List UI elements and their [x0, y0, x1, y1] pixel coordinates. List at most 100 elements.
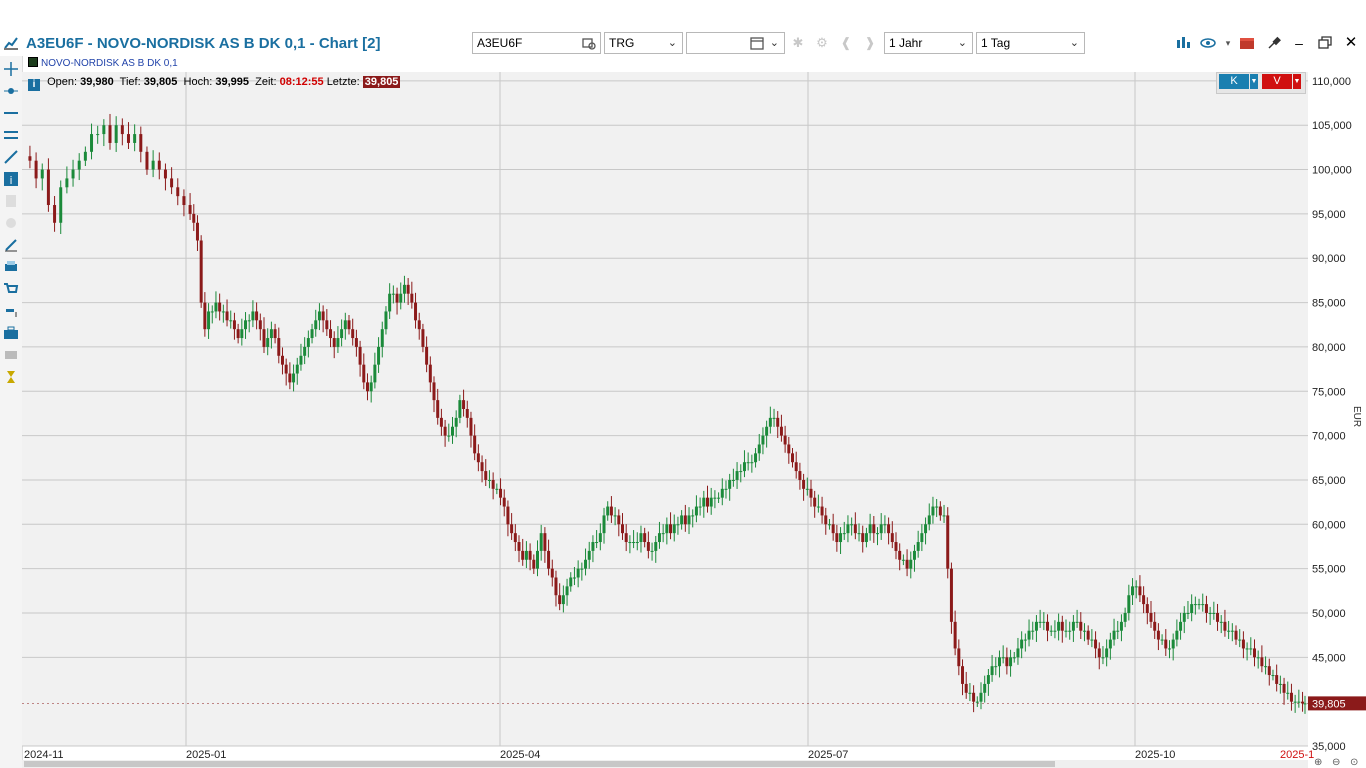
candle-body: [876, 533, 880, 535]
point-tool-icon[interactable]: [2, 82, 20, 100]
candle-body: [77, 160, 81, 170]
candle-body: [65, 178, 69, 188]
toolbox-icon[interactable]: [1239, 35, 1255, 51]
candle-body: [303, 346, 307, 356]
back-icon[interactable]: ❰: [838, 35, 854, 51]
trend-line-icon[interactable]: [2, 148, 20, 166]
eye-icon[interactable]: [1200, 35, 1216, 51]
candle-body: [994, 666, 998, 668]
restore-icon[interactable]: [1317, 35, 1333, 51]
eye-dropdown-icon[interactable]: ▾: [1220, 35, 1236, 51]
buy-button[interactable]: K: [1219, 74, 1249, 89]
zoom-out-icon[interactable]: ⊖: [1332, 757, 1340, 768]
buy-dropdown-icon[interactable]: ▼: [1250, 74, 1258, 89]
candle-body: [983, 683, 987, 693]
crosshair-tool-icon[interactable]: ✱: [790, 35, 806, 51]
settings-tool-icon[interactable]: ⚙: [814, 35, 830, 51]
symbol-input[interactable]: A3EU6F: [472, 32, 601, 54]
hourglass-icon[interactable]: [2, 368, 20, 386]
candle-body: [377, 346, 381, 365]
interval-select[interactable]: 1 Tag ⌄: [976, 32, 1085, 54]
candle-body: [292, 373, 296, 383]
horizontal-line-icon[interactable]: [2, 104, 20, 122]
candle-body: [979, 692, 983, 702]
candle-body: [1264, 666, 1268, 668]
scrollbar-thumb[interactable]: [24, 761, 1055, 767]
sell-button[interactable]: V: [1262, 74, 1292, 89]
order-line-icon[interactable]: [2, 302, 20, 320]
candle-body: [850, 524, 854, 526]
y-tick-label: 55,000: [1312, 564, 1346, 576]
candle-body: [1075, 621, 1079, 623]
candle-body: [262, 329, 266, 347]
candle-body: [1249, 648, 1253, 650]
candle-body: [997, 657, 1001, 667]
chart-area[interactable]: 110,000 105,000 100,000 95,000 90,000 85,000 8…: [22, 56, 1366, 768]
channel-line-icon[interactable]: [2, 126, 20, 144]
candle-body: [406, 284, 410, 294]
candle-body: [1131, 586, 1135, 596]
note-icon[interactable]: [2, 192, 20, 210]
candle-body: [864, 533, 868, 543]
candle-body: [1009, 657, 1013, 667]
candle-body: [1286, 692, 1290, 694]
candle-body: [1201, 604, 1205, 606]
high-value: 39,995: [215, 76, 249, 88]
y-tick-label: 100,000: [1312, 165, 1352, 177]
y-tick-label: 85,000: [1312, 298, 1346, 310]
print-icon[interactable]: [2, 258, 20, 276]
crosshair-icon[interactable]: [2, 60, 20, 78]
candle-body: [414, 302, 418, 321]
time-range-select[interactable]: 1 Jahr ⌄: [884, 32, 973, 54]
cart-icon[interactable]: [2, 280, 20, 298]
candle-body: [391, 293, 395, 295]
candle-body: [1127, 595, 1131, 613]
y-tick-label: 35,000: [1312, 741, 1346, 753]
candle-body: [1119, 621, 1123, 631]
search-symbol-icon[interactable]: [582, 36, 596, 50]
candle-body: [510, 524, 514, 534]
candle-body: [561, 595, 565, 605]
candle-body: [661, 533, 665, 535]
minimize-icon[interactable]: –: [1291, 35, 1307, 51]
chart-type-icon[interactable]: [1175, 35, 1191, 51]
candle-body: [750, 462, 754, 464]
zoom-in-icon[interactable]: ⊕: [1314, 757, 1322, 768]
candle-body: [820, 506, 824, 516]
candle-body: [1245, 648, 1249, 650]
zoom-fit-icon[interactable]: ⊙: [1350, 757, 1358, 768]
pin-icon[interactable]: [1266, 35, 1282, 51]
candle-body: [1227, 630, 1231, 632]
candlestick-chart[interactable]: 110,000 105,000 100,000 95,000 90,000 85,000 8…: [22, 56, 1366, 768]
candle-body: [207, 311, 211, 330]
candle-body: [1275, 675, 1279, 684]
edit-icon[interactable]: [2, 236, 20, 254]
candle-body: [1082, 630, 1086, 632]
candle-body: [617, 515, 621, 525]
briefcase-icon[interactable]: [2, 324, 20, 342]
candle-body: [584, 559, 588, 569]
y-tick-label: 60,000: [1312, 519, 1346, 531]
sell-dropdown-icon[interactable]: ▼: [1293, 74, 1301, 89]
candle-body: [436, 400, 440, 418]
candle-body: [517, 542, 521, 551]
candle-body: [1116, 630, 1120, 632]
candle-body: [1278, 683, 1282, 685]
candle-body: [532, 559, 536, 569]
alert-bell-icon[interactable]: [2, 214, 20, 232]
svg-text:i: i: [9, 174, 12, 187]
candle-body: [214, 302, 218, 312]
close-icon[interactable]: ✕: [1343, 35, 1359, 51]
candle-body: [587, 550, 591, 560]
depot-icon[interactable]: [2, 346, 20, 364]
y-tick-label: 70,000: [1312, 431, 1346, 443]
calendar-icon[interactable]: [750, 36, 764, 50]
forward-icon[interactable]: ❱: [862, 35, 878, 51]
candle-body: [53, 205, 57, 223]
candle-body: [373, 364, 377, 383]
date-picker[interactable]: ⌄: [686, 32, 785, 54]
exchange-select[interactable]: TRG ⌄: [604, 32, 683, 54]
candle-body: [347, 320, 351, 330]
info-tool-icon[interactable]: i: [2, 170, 20, 188]
candle-body: [972, 692, 976, 702]
